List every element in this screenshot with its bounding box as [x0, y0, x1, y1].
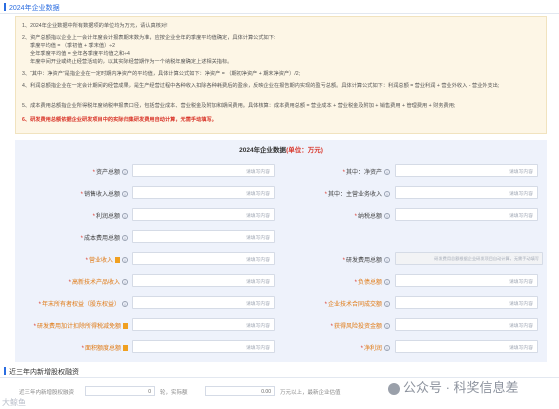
notice-line-4: 全年季度平均值 = 全年各季度平均值之和÷4	[30, 51, 130, 57]
input-rounds[interactable]: 0	[85, 386, 155, 396]
input-total-cost[interactable]: 请填写内容	[132, 230, 275, 243]
help-icon[interactable]: i	[122, 301, 128, 308]
input-venture-capital[interactable]: 请填写内容	[395, 318, 538, 331]
section-header-enterprise-data: 2024年企业数据	[0, 0, 559, 14]
label-net-assets: *其中：净资产 i	[277, 167, 390, 176]
label-total-profit: *利润总额 i	[15, 211, 128, 220]
notice-box: 1、2024年企业数据中所有数据项的单位均为万元，请认真核对! 2、资产总额指以…	[15, 16, 547, 134]
help-icon[interactable]: i	[384, 191, 390, 198]
label-venture-capital: *获得风险投资金额 i	[277, 321, 390, 330]
watermark-left: 大鲸鱼	[2, 398, 26, 407]
input-net-assets[interactable]: 请填写内容	[395, 164, 538, 177]
help-icon[interactable]: i	[384, 323, 390, 330]
label-total-tax: *纳税总额 i	[277, 211, 390, 220]
label-sales-revenue: *销售收入总额 i	[15, 189, 128, 198]
notice-line-3: 季度平均值 = （季初值 + 季末值）÷2	[30, 43, 115, 49]
equity-row-label: 近三年内新增股权融资	[19, 390, 75, 396]
input-owner-equity[interactable]: 请填写内容	[132, 296, 275, 309]
input-rd-expense-total-auto: 研发费用总额根据企业研发项目自动计算，无需手动填写	[395, 252, 543, 265]
label-total-liabilities: *负债总额 i	[277, 277, 390, 286]
notice-line-7: 4、利润总额指企业在一定会计期间的经营成果，是生产经营过程中各种收入扣除各种耗费…	[22, 83, 500, 89]
section-title: 2024年企业数据	[9, 5, 60, 12]
input-tech-contract-amount[interactable]: 请填写内容	[395, 296, 538, 309]
notice-line-5: 年度中间开业或终止经营活动的，以其实际经营期作为一个纳税年度确定上述相关指标。	[30, 59, 233, 65]
help-icon[interactable]: i	[384, 213, 390, 220]
help-icon[interactable]: i	[384, 301, 390, 308]
input-sales-revenue[interactable]: 请填写内容	[132, 186, 275, 199]
note-icon[interactable]	[123, 345, 128, 352]
label-rd-expense-total: *研发费用总额 i	[277, 255, 390, 264]
rounds-unit: 轮，实际额	[160, 390, 188, 396]
input-total-assets[interactable]: 请填写内容	[132, 164, 275, 177]
input-main-business-revenue[interactable]: 请填写内容	[395, 186, 538, 199]
input-rd-tax-deduction[interactable]: 请填写内容	[132, 318, 275, 331]
notice-line-8: 5、成本费用总额指企业所得税年度纳税申报表口径，包括营业成本、营业税金及附加和期…	[22, 103, 456, 109]
notice-line-6: 3、“其中：净资产”是指企业在一定时期内净资产的平均值，具体计算公式如下：净资产…	[22, 71, 301, 77]
label-total-assets: *资产总额 i	[15, 167, 128, 176]
form-title: 2024年企业数据(单位：万元)	[239, 147, 323, 154]
section-accent-bar	[4, 367, 6, 375]
input-high-tech-revenue[interactable]: 请填写内容	[132, 274, 275, 287]
notice-line-9: 6、研发费用总额依据企业研发项目中的实际归集研发费用自动计算，无需手动填写。	[22, 117, 217, 123]
help-icon[interactable]: i	[122, 257, 128, 264]
amount-unit: 万元以上，最新企业估值	[280, 390, 341, 396]
help-icon[interactable]: i	[384, 257, 390, 264]
input-total-profit[interactable]: 请填写内容	[132, 208, 275, 221]
notice-line-2: 2、资产总额指以企业上一会计年度会计报表期末数为准，应按企业全年的季度平均值确定…	[22, 35, 276, 41]
note-icon[interactable]	[123, 323, 128, 330]
help-icon[interactable]: i	[122, 213, 128, 220]
wechat-logo-icon	[388, 382, 400, 395]
help-icon[interactable]: i	[384, 345, 390, 352]
label-net-profit: *净利润 i	[277, 343, 390, 352]
label-tech-contract-amount: *企业技术合同成交额 i	[277, 299, 390, 308]
label-total-cost: *成本费用总额 i	[15, 233, 128, 242]
help-icon[interactable]: i	[122, 235, 128, 242]
input-area-total[interactable]: 请填写内容	[132, 340, 275, 353]
label-rd-tax-deduction: *研发费用加计扣除所得税减免额	[15, 321, 128, 330]
watermark-right: 公众号 · 科奖信息差	[388, 377, 519, 396]
enterprise-data-form: 2024年企业数据(单位：万元) *资产总额 i 请填写内容 *其中：净资产 i 请…	[15, 140, 547, 362]
label-main-business-revenue: *其中：主营业务收入 i	[277, 189, 390, 198]
input-amount[interactable]: 0.00	[205, 386, 275, 396]
help-icon[interactable]: i	[384, 279, 390, 286]
help-icon[interactable]: i	[122, 191, 128, 198]
notice-line-1: 1、2024年企业数据中所有数据项的单位均为万元，请认真核对!	[22, 23, 168, 29]
input-total-liabilities[interactable]: 请填写内容	[395, 274, 538, 287]
help-icon[interactable]: i	[384, 169, 390, 176]
section-accent-bar	[4, 3, 6, 11]
input-operating-revenue[interactable]: 请填写内容	[132, 252, 275, 265]
input-net-profit[interactable]: 请填写内容	[395, 340, 538, 353]
help-icon[interactable]: i	[122, 279, 128, 286]
help-icon[interactable]: i	[122, 169, 128, 176]
input-total-tax[interactable]: 请填写内容	[395, 208, 538, 221]
label-owner-equity: *年末所有者权益（股东权益） i	[15, 299, 128, 308]
note-icon[interactable]	[115, 257, 120, 264]
label-high-tech-revenue: *高新技术产品收入 i	[15, 277, 128, 286]
label-area-total: *面积额度总额	[15, 343, 128, 352]
label-operating-revenue: *营业收入 i	[15, 255, 128, 264]
